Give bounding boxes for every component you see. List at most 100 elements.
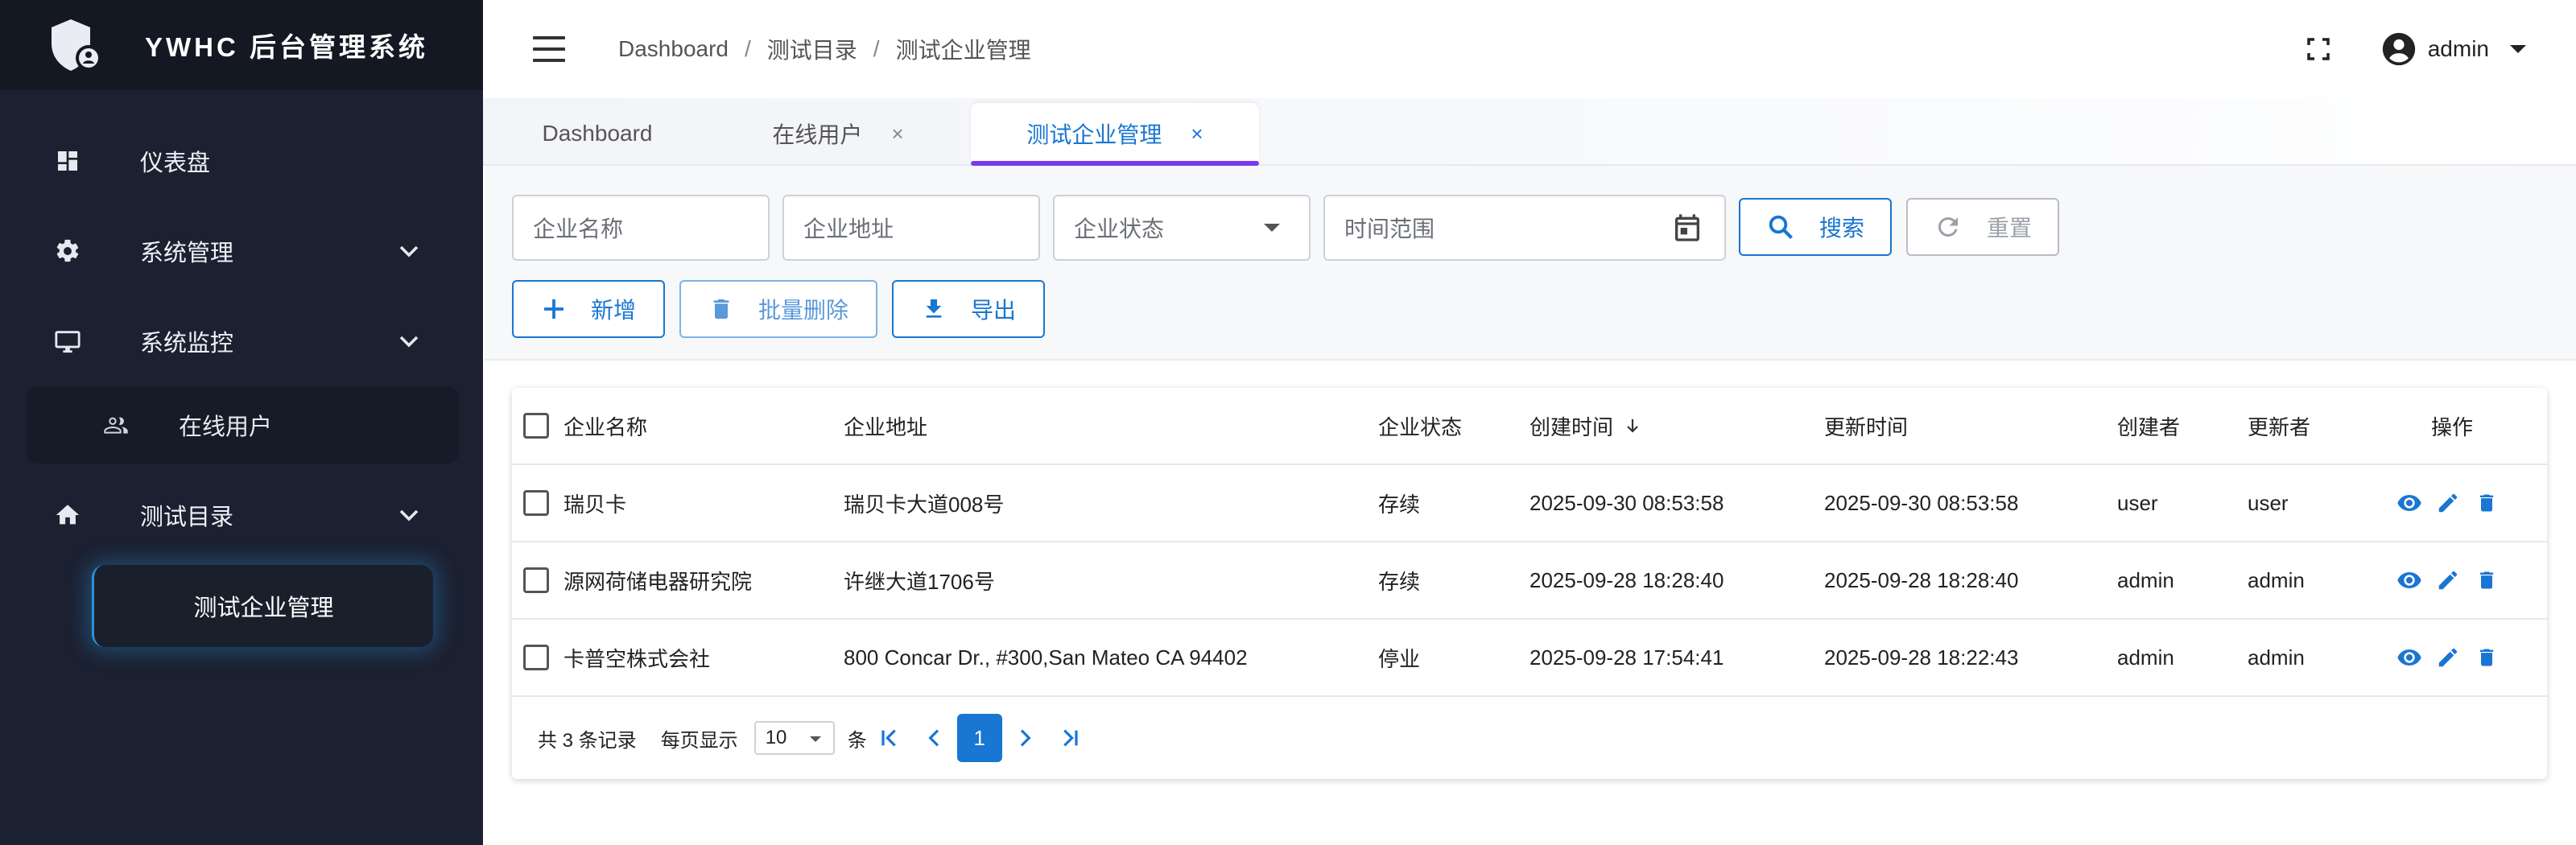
breadcrumb-separator: /: [744, 36, 751, 61]
tab-test-company-management[interactable]: 测试企业管理 ×: [971, 103, 1259, 166]
export-button[interactable]: 导出: [892, 280, 1045, 338]
home-icon: [53, 501, 82, 530]
row-checkbox[interactable]: [523, 490, 549, 516]
chevron-down-icon: [399, 245, 419, 258]
cell-created: 2025-09-28 17:54:41: [1530, 645, 1724, 670]
per-page-value: 10: [765, 727, 787, 748]
batch-delete-button[interactable]: 批量删除: [679, 280, 877, 338]
sidebar-item-dashboard[interactable]: 仪表盘: [0, 116, 483, 206]
per-page-label: 每页显示: [660, 729, 738, 752]
cell-address: 许继大道1706号: [844, 569, 995, 594]
column-header-updated: 更新时间: [1824, 414, 1909, 439]
cell-address: 800 Concar Dr., #300,San Mateo CA 94402: [844, 645, 1248, 670]
shield-logo-icon: [52, 19, 101, 71]
cell-updater: admin: [2248, 567, 2305, 592]
batch-delete-button-label: 批量删除: [758, 298, 848, 323]
breadcrumb-item-test-directory[interactable]: 测试目录: [767, 33, 857, 65]
cell-updated: 2025-09-30 08:53:58: [1824, 490, 2019, 515]
total-records: 共 3 条记录: [538, 729, 637, 752]
cell-updater: admin: [2248, 645, 2305, 670]
tab-dashboard[interactable]: Dashboard: [486, 103, 708, 164]
cell-created: 2025-09-30 08:53:58: [1530, 490, 1724, 515]
fullscreen-icon[interactable]: [2304, 35, 2333, 64]
current-page-button[interactable]: 1: [956, 714, 1002, 762]
delete-icon[interactable]: [2473, 644, 2500, 671]
breadcrumb-item-dashboard[interactable]: Dashboard: [618, 36, 729, 62]
row-actions: [2396, 620, 2500, 695]
company-name-input[interactable]: 企业名称: [512, 195, 770, 261]
last-page-icon[interactable]: [1047, 715, 1092, 760]
row-checkbox[interactable]: [523, 645, 549, 670]
sidebar-item-system-monitor[interactable]: 系统监控: [0, 296, 483, 386]
view-icon[interactable]: [2396, 489, 2423, 517]
sidebar-item-label: 仪表盘: [140, 150, 211, 176]
cell-updated: 2025-09-28 18:28:40: [1824, 567, 2019, 592]
trash-icon: [708, 295, 734, 324]
next-page-icon[interactable]: [1002, 715, 1047, 760]
cell-name: 源网荷储电器研究院: [564, 569, 753, 594]
menu-toggle-icon[interactable]: [533, 36, 565, 62]
caret-down-icon[interactable]: [2508, 43, 2528, 55]
user-name[interactable]: admin: [2428, 36, 2489, 62]
search-icon: [1766, 212, 1795, 241]
sidebar-item-test-company-management[interactable]: 测试企业管理: [92, 565, 433, 647]
close-icon[interactable]: ×: [891, 122, 903, 146]
delete-icon[interactable]: [2473, 489, 2500, 517]
table-row: 源网荷储电器研究院 许继大道1706号 存续 2025-09-28 18:28:…: [512, 542, 2547, 620]
row-checkbox[interactable]: [523, 567, 549, 593]
tab-label: 在线用户: [772, 122, 863, 147]
edit-icon[interactable]: [2434, 567, 2462, 594]
tab-label: 测试企业管理: [1026, 122, 1162, 147]
table-row: 卡普空株式会社 800 Concar Dr., #300,San Mateo C…: [512, 620, 2547, 697]
view-icon[interactable]: [2396, 644, 2423, 671]
sidebar-item-online-users[interactable]: 在线用户: [26, 386, 459, 464]
edit-icon[interactable]: [2434, 644, 2462, 671]
reset-button[interactable]: 重置: [1906, 198, 2059, 256]
chevron-down-icon: [399, 509, 419, 521]
cell-creator: admin: [2117, 645, 2174, 670]
column-header-actions: 操作: [2431, 414, 2474, 439]
sort-arrow-down-icon[interactable]: [1623, 415, 1642, 436]
chevron-down-icon: [399, 336, 419, 348]
filter-panel: 企业名称 企业地址 企业状态 时间范围 搜索 重置 新增 批量删除 导出: [485, 166, 2576, 361]
view-icon[interactable]: [2396, 567, 2423, 594]
sidebar-item-test-directory[interactable]: 测试目录: [0, 470, 483, 560]
avatar-icon[interactable]: [2381, 31, 2417, 67]
per-page-select[interactable]: 10: [753, 721, 835, 755]
column-header-updater: 更新者: [2248, 414, 2311, 439]
calendar-icon[interactable]: [1671, 212, 1703, 244]
add-button-label: 新增: [590, 298, 636, 323]
close-icon[interactable]: ×: [1191, 122, 1203, 146]
brand: YWHC 后台管理系统: [0, 0, 483, 90]
edit-icon[interactable]: [2434, 489, 2462, 517]
placeholder: 企业名称: [533, 216, 624, 241]
breadcrumb-separator: /: [873, 36, 880, 61]
first-page-icon[interactable]: [867, 715, 912, 760]
prev-page-icon[interactable]: [912, 715, 957, 760]
delete-icon[interactable]: [2473, 567, 2500, 594]
time-range-input[interactable]: 时间范围: [1323, 195, 1726, 261]
placeholder: 企业地址: [803, 216, 894, 241]
column-header-created[interactable]: 创建时间: [1530, 388, 1642, 464]
table-row: 瑞贝卡 瑞贝卡大道008号 存续 2025-09-30 08:53:58 202…: [512, 465, 2547, 542]
sidebar-item-system-management[interactable]: 系统管理: [0, 206, 483, 296]
company-address-input[interactable]: 企业地址: [782, 195, 1040, 261]
top-header: Dashboard / 测试目录 / 测试企业管理 admin: [483, 0, 2576, 98]
sidebar-item-label: 在线用户: [179, 414, 273, 440]
data-table: 企业名称 企业地址 企业状态 创建时间 更新时间 创建者 更新者 操作 瑞贝卡 …: [512, 388, 2547, 779]
search-button[interactable]: 搜索: [1739, 198, 1892, 256]
caret-down-icon: [1264, 224, 1280, 232]
placeholder: 时间范围: [1344, 216, 1435, 241]
add-button[interactable]: 新增: [512, 280, 665, 338]
sidebar-item-label: 系统监控: [140, 331, 234, 357]
tab-online-users[interactable]: 在线用户 ×: [716, 103, 960, 164]
search-button-label: 搜索: [1818, 216, 1864, 241]
company-status-select[interactable]: 企业状态: [1053, 195, 1311, 261]
column-header-creator: 创建者: [2117, 414, 2181, 439]
tab-bar: Dashboard 在线用户 × 测试企业管理 ×: [483, 98, 2576, 166]
cell-creator: user: [2117, 490, 2158, 515]
main-content: 企业名称 企业地址 企业状态 时间范围 搜索 重置 新增 批量删除 导出 企业名…: [483, 166, 2576, 845]
select-all-checkbox[interactable]: [523, 413, 549, 439]
per-page-unit: 条: [847, 729, 867, 752]
placeholder: 企业状态: [1074, 216, 1165, 241]
